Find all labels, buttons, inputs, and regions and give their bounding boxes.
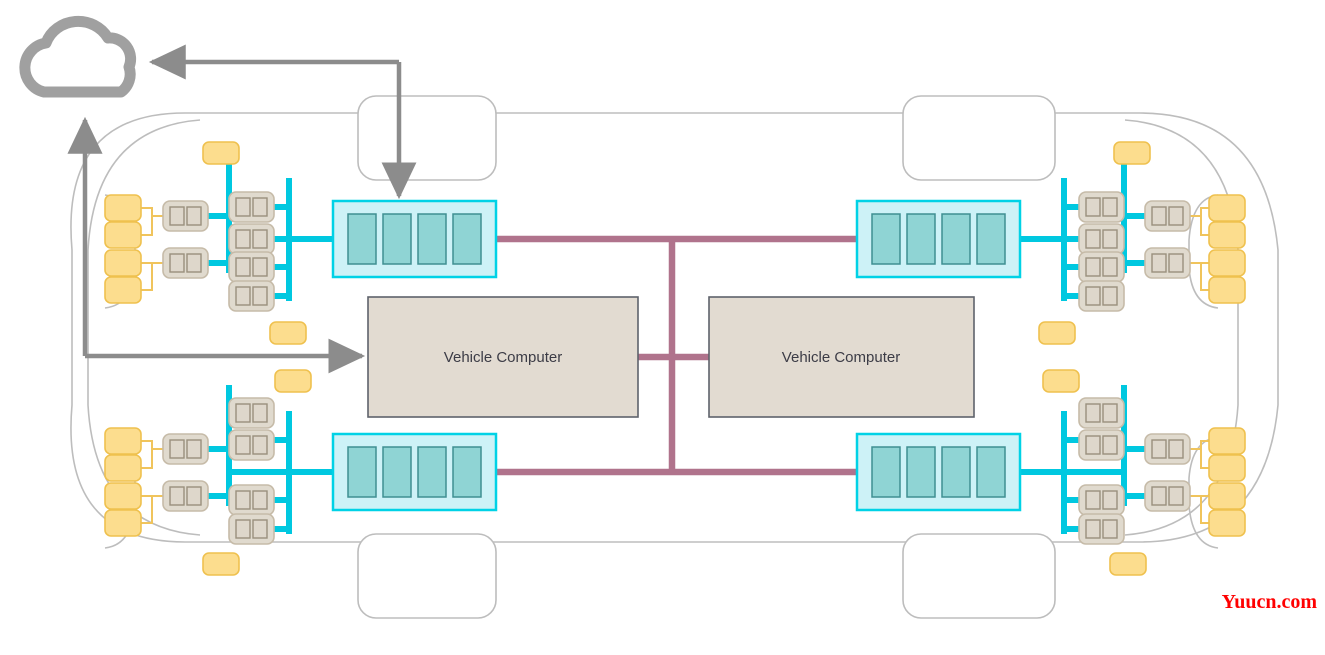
sensor-node bbox=[104, 276, 142, 304]
zone-controller-rear-right[interactable] bbox=[855, 432, 1022, 512]
sensor-node bbox=[104, 249, 142, 277]
sensor-node bbox=[202, 552, 240, 576]
ecu-node bbox=[162, 200, 209, 232]
ecu-node bbox=[1144, 247, 1191, 279]
cloud-icon bbox=[19, 15, 137, 98]
zone-core-bar bbox=[871, 213, 901, 265]
sensors-top-right[interactable] bbox=[1038, 141, 1246, 345]
zone-controller-rear-left[interactable] bbox=[331, 432, 498, 512]
zone-core-bar bbox=[941, 213, 971, 265]
zone-core-bar bbox=[906, 446, 936, 498]
sensor-node bbox=[104, 454, 142, 482]
zone-core-bar bbox=[976, 446, 1006, 498]
sensor-node bbox=[1109, 552, 1147, 576]
ecu-node bbox=[1078, 513, 1125, 545]
sensor-node bbox=[1208, 482, 1246, 510]
vehicle-computer-left-label: Vehicle Computer bbox=[444, 349, 562, 366]
ecu-node bbox=[228, 513, 275, 545]
ecu-node bbox=[228, 223, 275, 255]
sensor-links-bottom-left bbox=[141, 440, 163, 524]
vehicle-computer-right[interactable]: Vehicle Computer bbox=[708, 296, 975, 418]
ecu-node bbox=[228, 397, 275, 429]
sensor-node bbox=[104, 482, 142, 510]
sensor-node bbox=[1208, 427, 1246, 455]
ecu-node bbox=[1078, 251, 1125, 283]
ecus-top-right[interactable] bbox=[1078, 191, 1191, 312]
sensor-node bbox=[1208, 249, 1246, 277]
glass-front-left bbox=[357, 95, 497, 181]
sensor-node bbox=[1038, 321, 1076, 345]
sensor-links-top-left bbox=[141, 207, 163, 291]
zone-controller-front-left[interactable] bbox=[331, 199, 498, 279]
ecu-node bbox=[228, 484, 275, 516]
zone-core-bar bbox=[452, 213, 482, 265]
sensor-node bbox=[1042, 369, 1080, 393]
vehicle-computer-left[interactable]: Vehicle Computer bbox=[367, 296, 639, 418]
sensor-node bbox=[269, 321, 307, 345]
ecu-node bbox=[228, 280, 275, 312]
ecu-node bbox=[1078, 429, 1125, 461]
zone-core-bar bbox=[906, 213, 936, 265]
sensor-node bbox=[202, 141, 240, 165]
zone-core-bar bbox=[417, 446, 447, 498]
sensor-node bbox=[1113, 141, 1151, 165]
diagram-canvas: Vehicle Computer Vehicle Computer Yuucn.… bbox=[0, 0, 1325, 655]
vehicle-architecture-diagram: Vehicle Computer Vehicle Computer Yuucn.… bbox=[19, 15, 1318, 619]
ecu-node bbox=[228, 251, 275, 283]
sensor-node bbox=[1208, 194, 1246, 222]
zone-core-bar bbox=[871, 446, 901, 498]
sensor-node bbox=[1208, 221, 1246, 249]
zone-core-bar bbox=[417, 213, 447, 265]
sensor-node bbox=[104, 194, 142, 222]
sensor-links-top-right bbox=[1190, 207, 1212, 291]
sensor-node bbox=[274, 369, 312, 393]
ecu-node bbox=[162, 247, 209, 279]
ecu-node bbox=[1144, 433, 1191, 465]
zone-core-bar bbox=[452, 446, 482, 498]
ecu-node bbox=[228, 429, 275, 461]
zone-core-bar bbox=[347, 446, 377, 498]
sensor-node bbox=[1208, 454, 1246, 482]
zone-controller-front-right[interactable] bbox=[855, 199, 1022, 279]
vehicle-computer-right-label: Vehicle Computer bbox=[782, 349, 900, 366]
ecus-top-left[interactable] bbox=[162, 191, 275, 312]
sensor-node bbox=[104, 427, 142, 455]
ecu-node bbox=[1078, 191, 1125, 223]
glass-rear-left bbox=[357, 533, 497, 619]
ecu-node bbox=[1078, 484, 1125, 516]
glass-front-right bbox=[902, 95, 1056, 181]
ecu-node bbox=[1144, 200, 1191, 232]
ecu-node bbox=[1144, 480, 1191, 512]
glass-rear-right bbox=[902, 533, 1056, 619]
ecu-node bbox=[1078, 223, 1125, 255]
sensor-node bbox=[1208, 509, 1246, 537]
watermark: Yuucn.com bbox=[1222, 591, 1318, 613]
ecu-node bbox=[162, 433, 209, 465]
zone-core-bar bbox=[382, 446, 412, 498]
ecu-node bbox=[228, 191, 275, 223]
sensor-node bbox=[104, 221, 142, 249]
sensor-node bbox=[1208, 276, 1246, 304]
zone-core-bar bbox=[382, 213, 412, 265]
sensor-node bbox=[104, 509, 142, 537]
zone-core-bar bbox=[941, 446, 971, 498]
ecu-node bbox=[162, 480, 209, 512]
ecu-node bbox=[1078, 397, 1125, 429]
zone-core-bar bbox=[976, 213, 1006, 265]
sensors-top-left[interactable] bbox=[104, 141, 307, 345]
zone-core-bar bbox=[347, 213, 377, 265]
ecu-node bbox=[1078, 280, 1125, 312]
